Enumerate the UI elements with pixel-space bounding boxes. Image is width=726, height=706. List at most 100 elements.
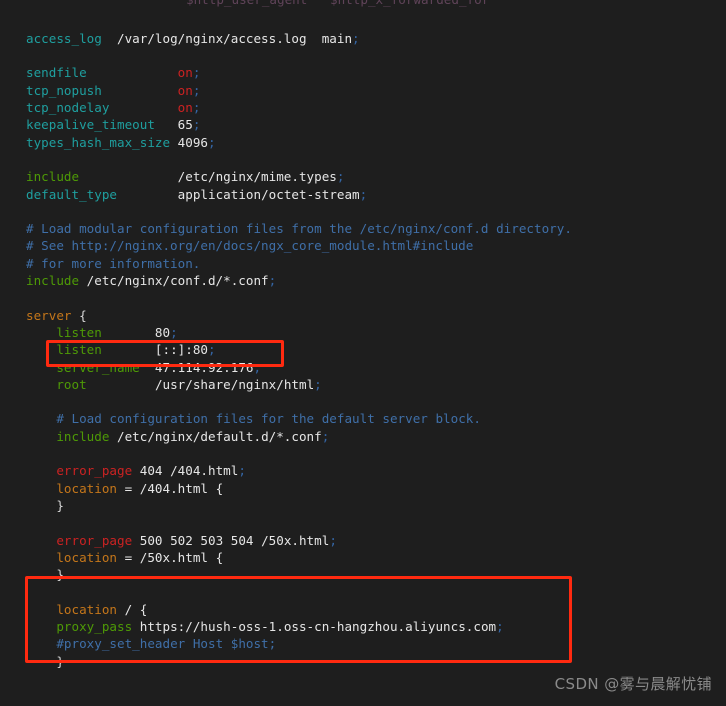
code-line-tcp-nodelay: tcp_nodelay on;: [26, 99, 726, 116]
code-token: ;: [170, 324, 178, 340]
code-token: # Load modular configuration files from …: [26, 221, 572, 237]
code-token: ;: [253, 359, 262, 375]
code-token: ;: [192, 65, 201, 81]
code-token: default_type: [26, 186, 117, 202]
code-line-include-mime: include /etc/nginx/mime.types;: [26, 168, 726, 185]
code-editor-content[interactable]: access_log /var/log/nginx/access.log mai…: [0, 13, 726, 706]
code-token: 65: [177, 117, 193, 133]
code-token: tcp_nopush: [26, 82, 102, 98]
code-token: ;: [352, 30, 360, 46]
code-line-blank-2: [26, 151, 726, 168]
code-line-sendfile: sendfile on;: [26, 64, 726, 81]
code-line-server-open: server {: [26, 307, 726, 324]
code-line-error-page-404: error_page 404 /404.html;: [26, 462, 726, 479]
code-token: = /404.html {: [117, 480, 224, 496]
code-token: include: [26, 169, 80, 185]
code-token: ;: [336, 169, 345, 185]
code-line-comment-load-modular: # Load modular configuration files from …: [26, 220, 726, 237]
code-token: access_log: [26, 30, 102, 46]
code-token: listen: [56, 342, 102, 358]
code-line-include-defaultd: include /etc/nginx/default.d/*.conf;: [26, 428, 726, 445]
code-token: 4096: [177, 134, 208, 150]
code-token: location: [56, 549, 118, 565]
code-line-close-50x: }: [26, 566, 726, 583]
code-line-default-type: default_type application/octet-stream;: [26, 186, 726, 203]
code-line-access-log: access_log /var/log/nginx/access.log mai…: [26, 30, 726, 47]
code-token: /etc/nginx/mime.types: [177, 169, 337, 185]
code-token: 500 502 503 504 /50x.html: [132, 532, 330, 548]
code-token: = /50x.html {: [117, 549, 224, 565]
code-token: sendfile: [26, 65, 87, 81]
code-token: include: [56, 428, 110, 444]
csdn-watermark: CSDN @雾与晨解忧铺: [554, 675, 712, 693]
code-line-blank-0: [26, 13, 726, 30]
code-token: ;: [192, 82, 201, 98]
code-token: server: [26, 307, 72, 323]
code-token: ;: [314, 376, 322, 392]
code-line-comment-default-server: # Load configuration files for the defau…: [26, 410, 726, 427]
code-token: ;: [238, 463, 246, 479]
code-token: / {: [117, 601, 148, 617]
code-token: on: [177, 65, 193, 81]
code-line-blank-7: [26, 514, 726, 531]
code-token: /var/log/nginx/access.log main: [117, 30, 353, 46]
code-line-comment-for-more: # for more information.: [26, 255, 726, 272]
code-line-tcp-nopush: tcp_nopush on;: [26, 82, 726, 99]
code-token: /etc/nginx/default.d/*.conf: [109, 428, 322, 444]
code-line-close-location-root: }: [26, 653, 726, 670]
code-token: proxy_pass: [56, 618, 133, 634]
code-token: ;: [359, 186, 368, 202]
code-line-location-404: location = /404.html {: [26, 480, 726, 497]
code-token: ;: [208, 342, 216, 358]
code-line-blank-4: [26, 289, 726, 306]
code-line-comment-see-url: # See http://nginx.org/en/docs/ngx_core_…: [26, 237, 726, 254]
code-line-blank-3: [26, 203, 726, 220]
code-token: error_page: [56, 463, 133, 479]
code-token: on: [177, 100, 193, 116]
code-token: location: [56, 601, 118, 617]
code-token: ;: [192, 117, 201, 133]
code-token: }: [26, 567, 64, 583]
code-token: https://hush-oss-1.oss-cn-hangzhou.aliyu…: [132, 618, 497, 634]
code-line-blank-8: [26, 583, 726, 600]
code-token: /usr/share/nginx/html: [154, 376, 315, 392]
code-line-error-page-50x: error_page 500 502 503 504 /50x.html;: [26, 532, 726, 549]
code-token: ;: [208, 134, 216, 150]
code-token: keepalive_timeout: [26, 117, 155, 133]
code-token: ;: [321, 428, 330, 444]
code-line-listen-80: listen 80;: [26, 324, 726, 341]
code-line-blank-6: [26, 445, 726, 462]
code-line-proxy-pass: proxy_pass https://hush-oss-1.oss-cn-han…: [26, 618, 726, 635]
code-token: }: [26, 653, 64, 669]
code-token: tcp_nodelay: [26, 100, 110, 116]
code-token: # for more information.: [26, 255, 201, 271]
code-token: error_page: [56, 532, 133, 548]
code-token: 47.114.92.176: [154, 359, 254, 375]
code-line-root: root /usr/share/nginx/html;: [26, 376, 726, 393]
code-line-close-404: }: [26, 497, 726, 514]
code-line-include-confd: include /etc/nginx/conf.d/*.conf;: [26, 272, 726, 289]
code-line-location-root: location / {: [26, 601, 726, 618]
code-token: [::]:80: [154, 342, 208, 358]
code-token: /etc/nginx/conf.d/*.conf: [79, 273, 269, 289]
code-token: ;: [329, 532, 337, 548]
